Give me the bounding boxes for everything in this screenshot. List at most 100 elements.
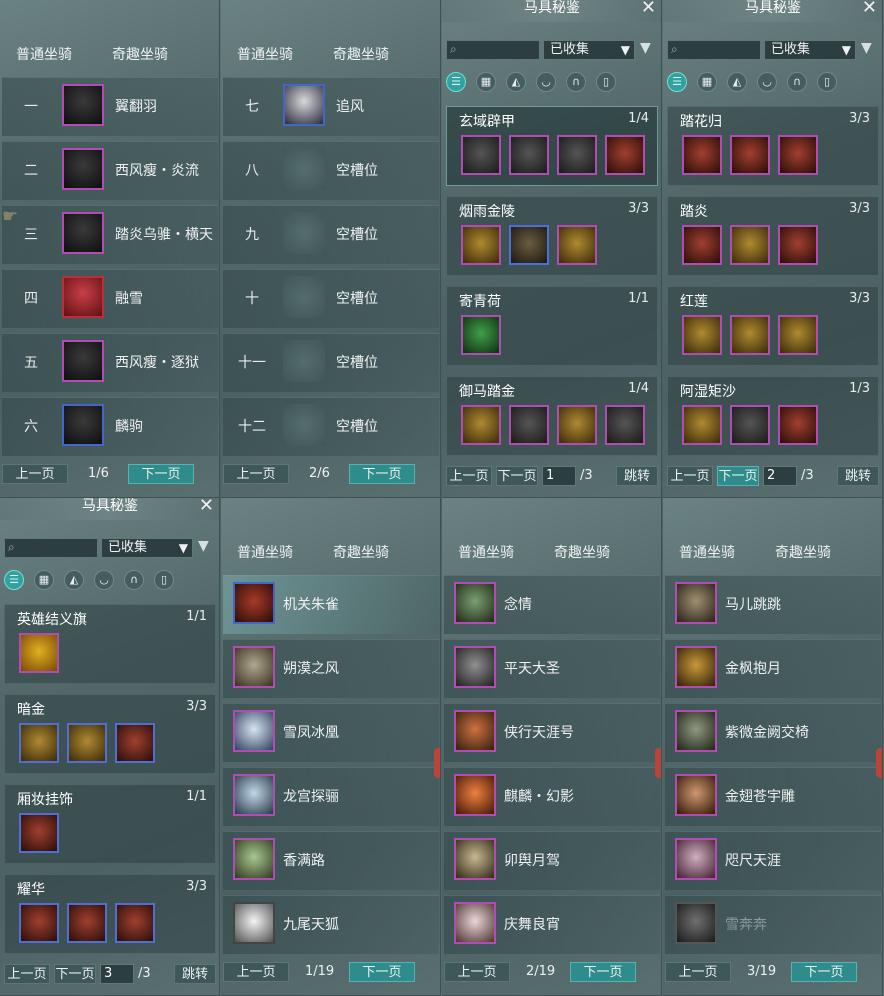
page-number-input[interactable]: 1 [542, 466, 576, 486]
collected-filter-select[interactable]: 已收集 ▼ [764, 40, 856, 60]
chest-gear-icon[interactable]: ◡ [536, 72, 556, 92]
leg-armor-icon[interactable] [115, 723, 155, 763]
grid-icon[interactable]: ▦ [476, 72, 496, 92]
tack-set[interactable]: 烟雨金陵 3/3 [446, 196, 658, 276]
tab-normal-mounts[interactable]: 普通坐骑 [458, 542, 514, 562]
collected-filter-select[interactable]: 已收集 ▼ [101, 538, 193, 558]
leg-armor-icon[interactable] [557, 135, 597, 175]
jump-button[interactable]: 跳转 [616, 466, 658, 486]
leg-armor-icon[interactable] [778, 315, 818, 355]
mount-slot-row[interactable]: 三 踏炎乌骓・横天 [2, 205, 218, 264]
prev-page-button[interactable]: 上一页 [223, 962, 289, 982]
page-number-input[interactable]: 2 [763, 466, 797, 486]
chest-gear-icon[interactable]: ◡ [94, 570, 114, 590]
page-number-input[interactable]: 3 [100, 964, 134, 984]
leg-armor-icon[interactable] [557, 225, 597, 265]
close-icon[interactable]: ✕ [862, 0, 877, 18]
next-page-button[interactable]: 下一页 [349, 464, 415, 484]
prev-page-button[interactable]: 上一页 [665, 962, 731, 982]
leg-armor-icon[interactable] [778, 135, 818, 175]
tack-set[interactable]: 耀华 3/3 [4, 874, 216, 954]
saddle-icon[interactable]: ▯ [154, 570, 174, 590]
fun-mount-row[interactable]: 庆舞良宵 [444, 895, 660, 954]
fun-mount-row[interactable]: 紫微金阙交椅 [665, 703, 881, 762]
fun-mount-row[interactable]: 雪奔奔 [665, 895, 881, 954]
prev-page-button[interactable]: 上一页 [667, 466, 713, 486]
saddle-icon[interactable] [730, 225, 770, 265]
saddle-icon[interactable] [730, 405, 770, 445]
mount-slot-row[interactable]: 二 西风瘦・炎流 [2, 141, 218, 200]
mount-slot-row[interactable]: 一 翼翻羽 [2, 77, 218, 136]
head-armor-icon[interactable] [682, 405, 722, 445]
search-input[interactable]: ⌕ [667, 40, 761, 60]
head-armor-icon[interactable] [682, 225, 722, 265]
next-page-button[interactable]: 下一页 [496, 466, 538, 486]
fun-mount-row[interactable]: 卯舆月驾 [444, 831, 660, 890]
mount-slot-row[interactable]: 五 西风瘦・逐狱 [2, 333, 218, 392]
saddle-icon[interactable]: ▯ [817, 72, 837, 92]
fun-mount-row[interactable]: 平天大圣 [444, 639, 660, 698]
mount-slot-row[interactable]: 八 空槽位 [223, 141, 439, 200]
head-armor-icon[interactable] [19, 903, 59, 943]
fun-mount-row[interactable]: 龙宫探骊 [223, 767, 439, 826]
filter-icon[interactable]: ▼ [640, 40, 651, 56]
list-all-icon[interactable]: ☰ [4, 570, 24, 590]
tack-set[interactable]: 寄青荷 1/1 [446, 286, 658, 366]
prev-page-button[interactable]: 上一页 [444, 962, 510, 982]
head-armor-icon[interactable] [461, 225, 501, 265]
mount-slot-row[interactable]: 十二 空槽位 [223, 397, 439, 456]
fun-mount-row[interactable]: 麒麟・幻影 [444, 767, 660, 826]
mount-slot-row[interactable]: 九 空槽位 [223, 205, 439, 264]
head-gear-icon[interactable]: ◭ [506, 72, 526, 92]
mount-slot-row[interactable]: 十 空槽位 [223, 269, 439, 328]
head-armor-icon[interactable] [461, 405, 501, 445]
jump-button[interactable]: 跳转 [837, 466, 879, 486]
tab-fun-mounts[interactable]: 奇趣坐骑 [333, 542, 389, 562]
body-armor-icon[interactable] [509, 225, 549, 265]
fun-mount-row[interactable]: 雪凤冰凰 [223, 703, 439, 762]
next-page-button[interactable]: 下一页 [54, 964, 96, 984]
collected-filter-select[interactable]: 已收集 ▼ [543, 40, 635, 60]
next-page-button[interactable]: 下一页 [570, 962, 636, 982]
horseshoe-icon[interactable]: ∩ [124, 570, 144, 590]
fun-mount-row[interactable]: 咫尺天涯 [665, 831, 881, 890]
search-input[interactable]: ⌕ [446, 40, 540, 60]
jump-button[interactable]: 跳转 [174, 964, 216, 984]
tack-set[interactable]: 厢妆挂饰 1/1 [4, 784, 216, 864]
saddle-icon[interactable] [67, 723, 107, 763]
list-all-icon[interactable]: ☰ [446, 72, 466, 92]
prev-page-button[interactable]: 上一页 [223, 464, 289, 484]
prev-page-button[interactable]: 上一页 [4, 964, 50, 984]
tack-set[interactable]: 玄域辟甲 1/4 [446, 106, 658, 186]
fun-mount-row[interactable]: 侠行天涯号 [444, 703, 660, 762]
chest-gear-icon[interactable]: ◡ [757, 72, 777, 92]
next-page-button[interactable]: 下一页 [791, 962, 857, 982]
tab-fun-mounts[interactable]: 奇趣坐骑 [333, 44, 389, 64]
horseshoe-icon[interactable]: ∩ [566, 72, 586, 92]
mount-slot-row[interactable]: 十一 空槽位 [223, 333, 439, 392]
body-armor-icon[interactable] [509, 135, 549, 175]
tack-set[interactable]: 踏炎 3/3 [667, 196, 879, 276]
tack-set[interactable]: 红莲 3/3 [667, 286, 879, 366]
saddle-icon[interactable]: ▯ [596, 72, 616, 92]
fun-mount-row-selected[interactable]: 机关朱雀 [223, 575, 439, 634]
leg-armor-icon[interactable] [778, 405, 818, 445]
tab-fun-mounts[interactable]: 奇趣坐骑 [775, 542, 831, 562]
tab-fun-mounts[interactable]: 奇趣坐骑 [554, 542, 610, 562]
fun-mount-row[interactable]: 念情 [444, 575, 660, 634]
leg-armor-icon[interactable] [557, 405, 597, 445]
tack-set[interactable]: 英雄结义旗 1/1 [4, 604, 216, 684]
list-all-icon[interactable]: ☰ [667, 72, 687, 92]
head-armor-icon[interactable] [461, 135, 501, 175]
lotus-ornament-icon[interactable] [461, 315, 501, 355]
grid-icon[interactable]: ▦ [697, 72, 717, 92]
fun-mount-row[interactable]: 金翅苍宇雕 [665, 767, 881, 826]
fun-mount-row[interactable]: 马儿跳跳 [665, 575, 881, 634]
saddle-icon[interactable] [67, 903, 107, 943]
head-armor-icon[interactable] [682, 135, 722, 175]
tack-set[interactable]: 暗金 3/3 [4, 694, 216, 774]
saddle-icon[interactable] [605, 135, 645, 175]
fun-mount-row[interactable]: 九尾天狐 [223, 895, 439, 954]
tack-set[interactable]: 阿湿矩沙 1/3 [667, 376, 879, 456]
filter-icon[interactable]: ▼ [198, 538, 209, 554]
